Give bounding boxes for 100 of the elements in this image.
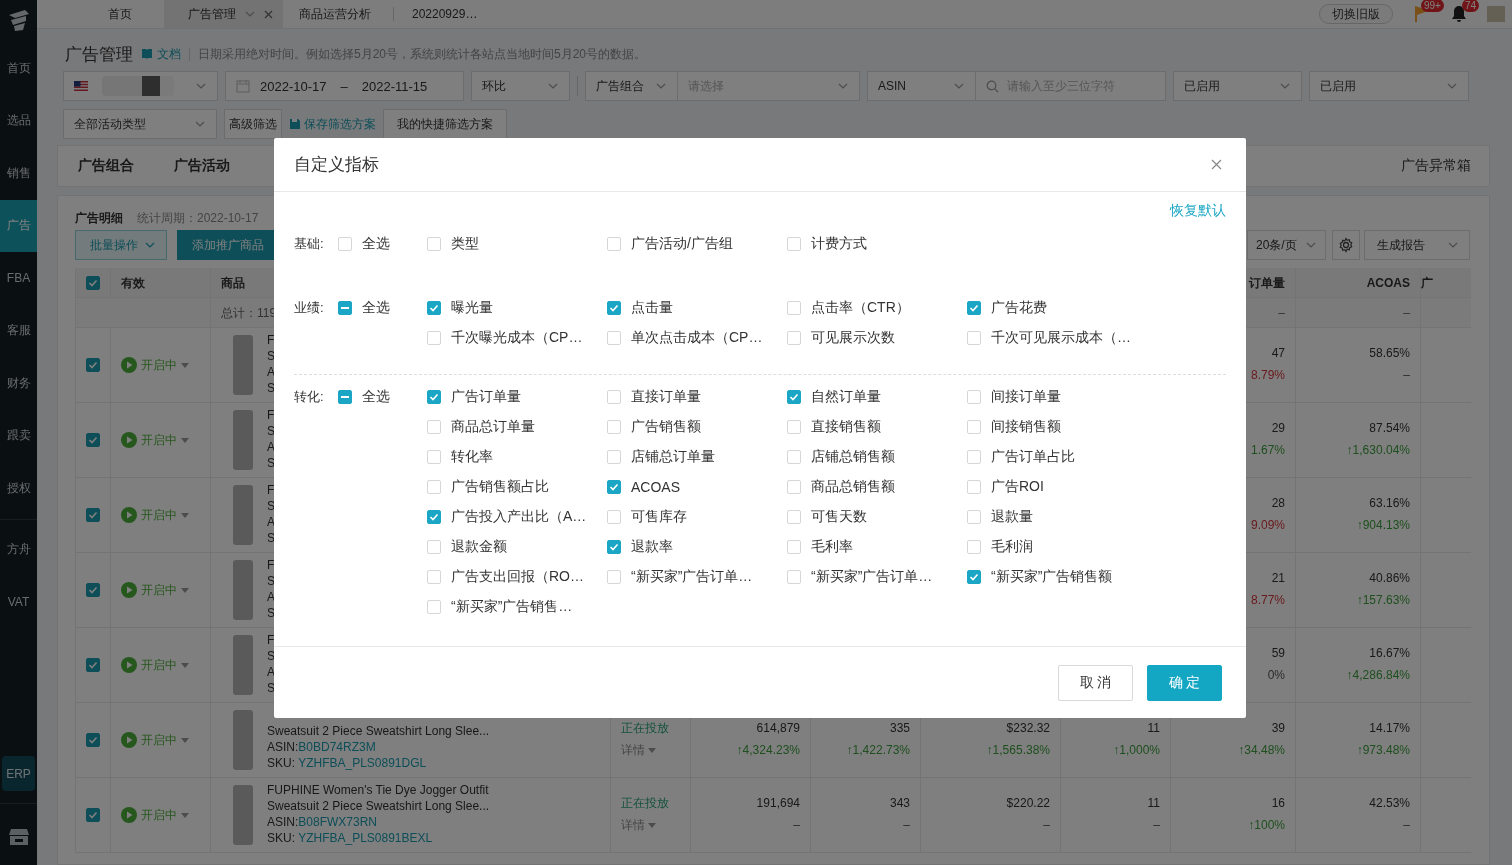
batch-action-button[interactable]: 批量操作 [75,230,167,260]
checkbox[interactable] [86,508,100,522]
sidebar-item[interactable]: 首页 [0,42,37,95]
status-dropdown[interactable]: 开启中 [121,657,189,673]
product-id-link[interactable]: B0BD74RZ3M [298,740,376,754]
status-dropdown[interactable]: 开启中 [121,507,189,523]
status-select[interactable]: 已启用 [1173,71,1302,101]
tab[interactable]: 20220929… [400,0,490,28]
checkbox[interactable] [86,433,100,447]
tab[interactable]: 商品运营分析 [287,0,383,28]
status-dropdown[interactable]: 开启中 [121,357,189,373]
checkbox[interactable] [607,540,621,554]
caret-down-icon [181,587,189,593]
checkbox[interactable] [967,301,981,315]
dropdown-button[interactable] [1437,230,1470,260]
doc-link[interactable]: 文档 [141,45,181,63]
quick-scheme-button[interactable]: 我的快捷筛选方案 [383,109,507,139]
checkbox[interactable] [427,390,441,404]
product-id-link[interactable]: YZHFBA_PLS0891BEXL [298,831,433,845]
sidebar-item[interactable]: 广告 [0,199,37,252]
view-tab[interactable]: 广告活动 [174,157,230,175]
checkbox[interactable] [338,390,352,404]
checkbox[interactable] [967,570,981,584]
checkbox[interactable] [86,658,100,672]
marketplace-select[interactable] [63,71,218,101]
check-icon [88,585,98,595]
status-dropdown[interactable]: 开启中 [121,582,189,598]
metric-value: 16.67% [1369,645,1410,662]
status-dropdown[interactable]: 开启中 [121,732,189,748]
check-icon [609,303,619,313]
confirm-button[interactable]: 确 定 [1147,664,1222,701]
checkbox[interactable] [86,275,100,290]
avatar-image[interactable] [1487,6,1505,22]
compare-select[interactable]: 环比 [471,71,570,101]
report-button[interactable]: 生成报告 [1364,230,1437,260]
check-icon [88,510,98,520]
product-id-line: SKU: YZHFBA_PLS0891DGL [267,755,428,771]
advanced-filter-button[interactable]: 高级筛选 [224,109,282,139]
metric-change: ↑973.48% [1356,742,1410,759]
sidebar-item[interactable]: 跟卖 [0,409,37,462]
close-button[interactable] [1209,157,1224,172]
details-dropdown[interactable]: 详情 [621,739,656,761]
product-id-link[interactable]: YZHFBA_PLS0891DGL [298,756,427,770]
switch-version-button[interactable]: 切换旧版 [1319,4,1393,24]
save-scheme-link[interactable]: 保存筛选方案 [289,115,376,133]
status-dropdown[interactable]: 开启中 [121,432,189,448]
product-id-line: ASIN:B08FWX73RN [267,814,379,830]
tab[interactable]: 广告管理 [164,0,283,28]
product-text: A [267,664,275,680]
metric-change: ↑1,000% [1113,742,1160,759]
page-size-select[interactable]: 20条/页 [1247,230,1326,260]
metric-value: 59 [1271,645,1285,662]
sidebar-item[interactable]: FBA [0,252,37,305]
sidebar-item[interactable]: 客服 [0,304,37,357]
checkbox[interactable] [86,733,100,747]
search-type-select[interactable]: ASIN [867,71,976,101]
campaign-type-select[interactable]: 全部活动类型 [63,109,217,139]
metric-change: ↑1,630.04% [1346,442,1410,459]
checkbox[interactable] [427,301,441,315]
status-dropdown[interactable]: 开启中 [121,807,189,823]
checkbox[interactable] [86,583,100,597]
search-icon [986,80,999,93]
metric-change: ↑4,286.84% [1346,667,1410,684]
cancel-button[interactable]: 取 消 [1058,664,1133,701]
checkbox[interactable] [86,808,100,822]
date-range-field[interactable]: 2022-10-17 – 2022-11-15 [225,71,464,101]
metric-change: ↑4,324.23% [736,742,800,759]
sidebar-item[interactable]: 授权 [0,462,37,515]
checkbox-label: 店铺总订单量 [631,448,715,466]
erp-button[interactable]: ERP [2,756,35,791]
checkbox[interactable] [86,358,100,372]
checkbox[interactable] [607,480,621,494]
sidebar-item[interactable]: VAT [0,576,37,629]
details-dropdown[interactable]: 详情 [621,814,656,836]
sidebar-item[interactable]: 财务 [0,357,37,410]
product-text: F [267,332,275,348]
checkbox[interactable] [607,301,621,315]
settings-button[interactable] [1332,230,1360,260]
product-photo [233,785,253,845]
metric-value: 39 [1271,720,1285,737]
status-select[interactable]: 已启用 [1309,71,1469,101]
view-tab[interactable]: 广告组合 [78,157,134,175]
view-tab[interactable]: 广告异常箱 [1401,157,1471,175]
tab[interactable]: 首页 [80,0,160,28]
reset-link[interactable]: 恢复默认 [1170,202,1226,222]
checkbox[interactable] [338,301,352,315]
sidebar-item[interactable]: 选品 [0,94,37,147]
play-circle-icon [121,432,137,448]
group-type-select[interactable]: 广告组合 [585,71,678,101]
checkbox-label: 直接订单量 [631,388,701,406]
check-icon [88,277,98,288]
sidebar-item[interactable]: 方舟 [0,523,37,576]
product-text: S [267,455,275,471]
checkbox[interactable] [787,390,801,404]
sidebar-item[interactable]: 销售 [0,147,37,200]
product-text: Sweatsuit 2 Piece Sweatshirt Long Slee... [267,723,490,739]
metric-change: ↑100% [1248,817,1285,834]
check-icon [88,360,98,370]
checkbox[interactable] [427,510,441,524]
product-id-link[interactable]: B08FWX73RN [298,815,378,829]
